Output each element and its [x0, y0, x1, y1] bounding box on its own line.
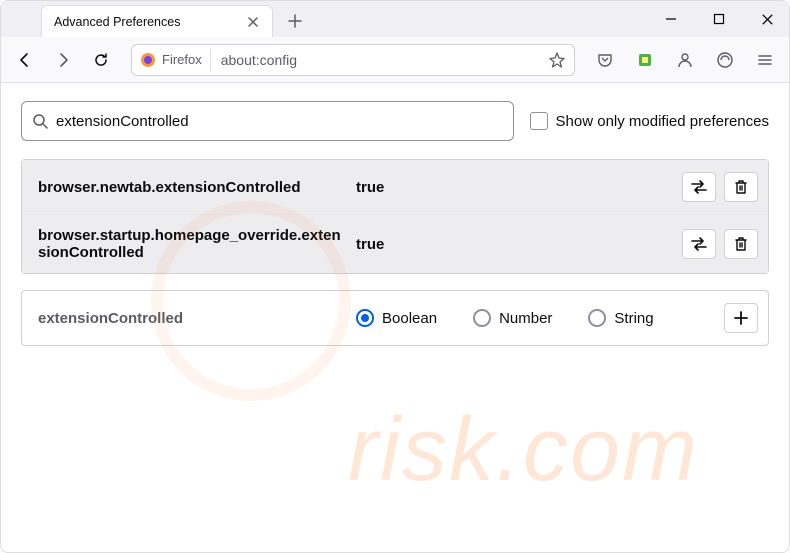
pref-name: browser.newtab.extensionControlled	[38, 179, 348, 196]
menu-icon[interactable]	[749, 44, 781, 76]
pref-row[interactable]: browser.startup.homepage_override.extens…	[22, 214, 768, 273]
radio-icon	[588, 309, 606, 327]
close-tab-icon[interactable]	[246, 15, 260, 29]
type-radio-group: Boolean Number String	[356, 309, 716, 327]
tab-title: Advanced Preferences	[54, 15, 238, 29]
radio-boolean[interactable]: Boolean	[356, 309, 437, 327]
search-icon	[32, 113, 48, 129]
preference-list: browser.newtab.extensionControlled true …	[21, 159, 769, 274]
minimize-button[interactable]	[657, 5, 685, 33]
url-text: about:config	[221, 52, 297, 68]
identity-badge[interactable]: Firefox	[140, 49, 211, 71]
downloads-icon[interactable]	[709, 44, 741, 76]
new-pref-name: extensionControlled	[38, 310, 348, 327]
add-button[interactable]	[724, 303, 758, 333]
delete-button[interactable]	[724, 172, 758, 202]
identity-label: Firefox	[162, 52, 202, 67]
extension-icon[interactable]	[629, 44, 661, 76]
radio-number[interactable]: Number	[473, 309, 552, 327]
new-pref-row: extensionControlled Boolean Number Strin…	[21, 290, 769, 346]
search-box[interactable]	[21, 101, 514, 141]
url-bar[interactable]: Firefox about:config	[131, 44, 575, 76]
show-modified-checkbox[interactable]: Show only modified preferences	[530, 112, 769, 130]
radio-icon	[356, 309, 374, 327]
toggle-icon	[690, 237, 708, 251]
delete-button[interactable]	[724, 229, 758, 259]
pref-value: true	[356, 179, 674, 196]
pref-value: true	[356, 236, 674, 253]
close-window-button[interactable]	[753, 5, 781, 33]
toggle-button[interactable]	[682, 229, 716, 259]
trash-icon	[734, 179, 748, 195]
new-tab-button[interactable]	[281, 7, 309, 35]
checkbox-icon	[530, 112, 548, 130]
pref-row[interactable]: browser.newtab.extensionControlled true	[22, 160, 768, 214]
plus-icon	[734, 311, 748, 325]
forward-button[interactable]	[47, 44, 79, 76]
trash-icon	[734, 236, 748, 252]
pref-name: browser.startup.homepage_override.extens…	[38, 227, 348, 261]
titlebar: Advanced Preferences	[1, 1, 789, 37]
pocket-icon[interactable]	[589, 44, 621, 76]
toggle-button[interactable]	[682, 172, 716, 202]
reload-button[interactable]	[85, 44, 117, 76]
about-config-content: Show only modified preferences browser.n…	[1, 83, 789, 364]
radio-string[interactable]: String	[588, 309, 653, 327]
back-button[interactable]	[9, 44, 41, 76]
search-row: Show only modified preferences	[21, 101, 769, 141]
radio-icon	[473, 309, 491, 327]
browser-tab[interactable]: Advanced Preferences	[41, 5, 273, 37]
toggle-icon	[690, 180, 708, 194]
search-input[interactable]	[56, 113, 503, 130]
window-controls	[657, 1, 781, 37]
checkbox-label-text: Show only modified preferences	[556, 113, 769, 130]
bookmark-star-icon[interactable]	[548, 51, 566, 69]
browser-toolbar: Firefox about:config	[1, 37, 789, 83]
account-icon[interactable]	[669, 44, 701, 76]
firefox-icon	[140, 52, 156, 68]
maximize-button[interactable]	[705, 5, 733, 33]
